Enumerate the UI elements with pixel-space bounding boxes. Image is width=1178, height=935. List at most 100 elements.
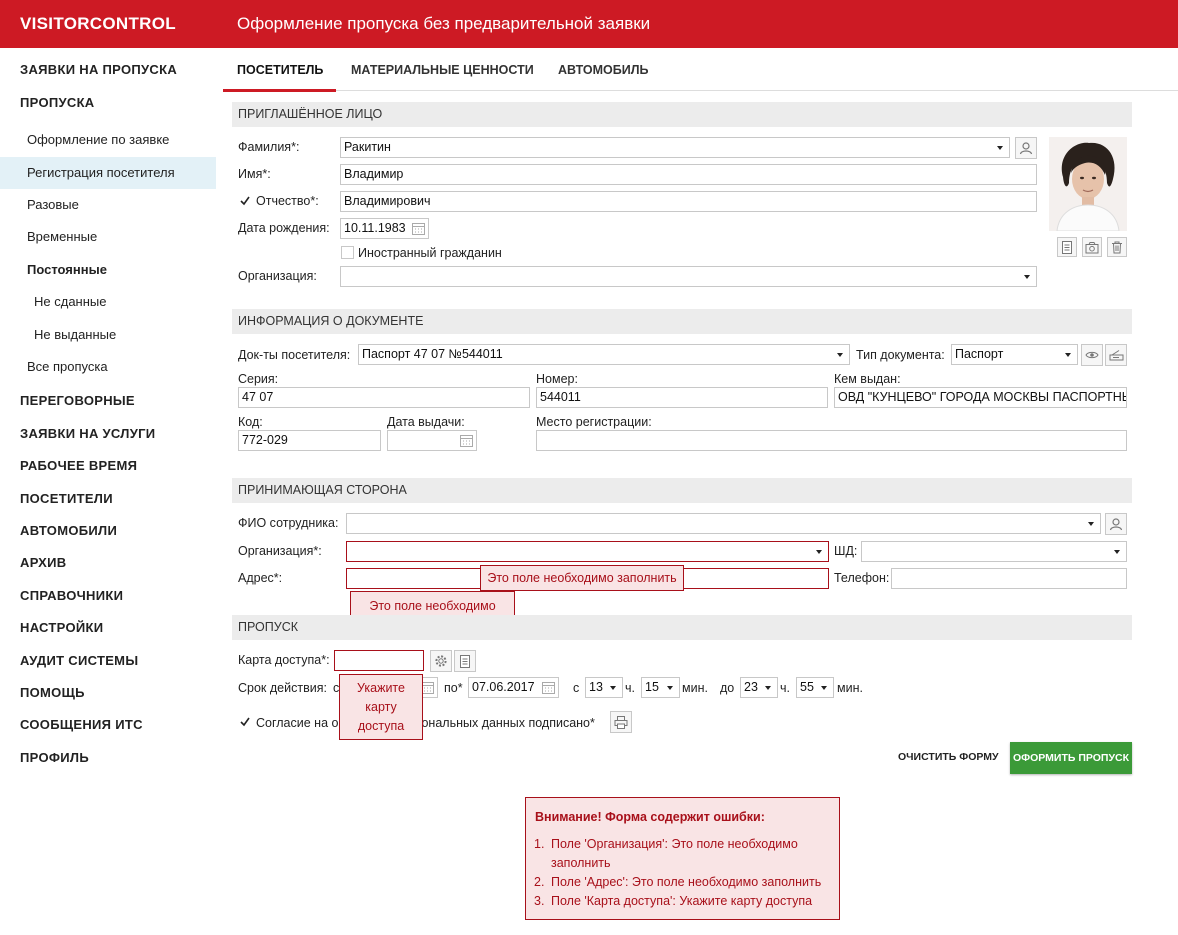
birth-date-field[interactable]: 10.11.1983 xyxy=(340,218,429,239)
nav-permanent[interactable]: Постоянные xyxy=(0,254,216,286)
doc-type-label: Тип документа: xyxy=(856,348,945,362)
nav-messages[interactable]: СООБЩЕНИЯ ИТС xyxy=(20,717,143,732)
trash-icon xyxy=(1112,241,1122,253)
time-to-minutes[interactable]: 55 xyxy=(796,677,834,698)
app-logo[interactable]: VISITORCONTROL xyxy=(20,14,176,34)
page-title: Оформление пропуска без предварительной … xyxy=(237,14,651,33)
surname-label: Фамилия*: xyxy=(238,140,300,154)
nav-meeting-rooms[interactable]: ПЕРЕГОВОРНЫЕ xyxy=(20,393,135,408)
employee-select[interactable] xyxy=(346,513,1101,534)
name-field[interactable]: Владимир xyxy=(340,164,1037,185)
card-error-tooltip: Укажите карту доступа xyxy=(339,674,423,740)
registration-field[interactable] xyxy=(536,430,1127,451)
time-from-minutes[interactable]: 15 xyxy=(641,677,680,698)
select-person-button[interactable] xyxy=(1015,137,1037,159)
form-errors-panel: Внимание! Форма содержит ошибки: 1. Поле … xyxy=(525,797,840,920)
employee-label: ФИО сотрудника: xyxy=(238,516,339,530)
time-from-hours[interactable]: 13 xyxy=(585,677,623,698)
tab-visitor[interactable]: ПОСЕТИТЕЛЬ xyxy=(237,63,323,77)
nav-audit[interactable]: АУДИТ СИСТЕМЫ xyxy=(20,653,138,668)
nav-passes[interactable]: ПРОПУСКА xyxy=(20,95,95,110)
section-document-header: ИНФОРМАЦИЯ О ДОКУМЕНТЕ xyxy=(232,309,1132,334)
nav-settings[interactable]: НАСТРОЙКИ xyxy=(20,620,103,635)
print-consent-button[interactable] xyxy=(610,711,632,733)
issue-date-label: Дата выдачи: xyxy=(387,415,465,429)
patronymic-field[interactable]: Владимирович xyxy=(340,191,1037,212)
calendar-icon[interactable] xyxy=(412,222,425,235)
foreign-citizen-label: Иностранный гражданин xyxy=(358,246,502,260)
time-to-hours[interactable]: 23 xyxy=(740,677,778,698)
host-org-select[interactable] xyxy=(346,541,829,562)
visitor-photo xyxy=(1049,137,1127,231)
card-list-button[interactable] xyxy=(454,650,476,672)
card-settings-button[interactable] xyxy=(430,650,452,672)
issuer-field[interactable]: ОВД "КУНЦЕВО" ГОРОДА МОСКВЫ ПАСПОРТНЫ xyxy=(834,387,1127,408)
nav-cars[interactable]: АВТОМОБИЛИ xyxy=(20,523,117,538)
nav-service-requests[interactable]: ЗАЯВКИ НА УСЛУГИ xyxy=(20,426,155,441)
user-icon xyxy=(1019,142,1033,155)
calendar-icon[interactable] xyxy=(542,681,555,694)
nav-work-time[interactable]: РАБОЧЕЕ ВРЕМЯ xyxy=(20,458,137,473)
nav-not-returned[interactable]: Не сданные xyxy=(0,286,216,318)
nav-visitor-registration[interactable]: Регистрация посетителя xyxy=(0,157,216,189)
number-field[interactable]: 544011 xyxy=(536,387,828,408)
clear-form-button[interactable]: ОЧИСТИТЬ ФОРМУ xyxy=(898,751,999,763)
visitor-docs-label: Док-ты посетителя: xyxy=(238,348,351,362)
camera-icon xyxy=(1085,241,1099,253)
foreign-citizen-checkbox[interactable] xyxy=(341,246,354,259)
section-pass-title: ПРОПУСК xyxy=(238,620,299,634)
nav-archive[interactable]: АРХИВ xyxy=(20,555,66,570)
validity-to-value: 07.06.2017 xyxy=(472,680,535,694)
nav-by-request[interactable]: Оформление по заявке xyxy=(0,124,216,156)
delete-photo-button[interactable] xyxy=(1107,237,1127,257)
active-tab-indicator xyxy=(223,89,336,92)
visitor-docs-select[interactable]: Паспорт 47 07 №544011 xyxy=(358,344,850,365)
hours-unit-2: ч. xyxy=(780,681,790,695)
validity-to-field[interactable]: 07.06.2017 xyxy=(468,677,559,698)
check-icon xyxy=(240,196,250,206)
organization-select[interactable] xyxy=(340,266,1037,287)
tab-valuables[interactable]: МАТЕРИАЛЬНЫЕ ЦЕННОСТИ xyxy=(351,63,534,77)
view-document-button[interactable] xyxy=(1081,344,1103,366)
nav-one-time[interactable]: Разовые xyxy=(0,189,216,221)
issue-date-field[interactable] xyxy=(387,430,477,451)
section-host-header: ПРИНИМАЮЩАЯ СТОРОНА xyxy=(232,478,1132,503)
surname-field[interactable]: Ракитин xyxy=(340,137,1010,158)
user-icon xyxy=(1109,518,1123,531)
nav-all-passes[interactable]: Все пропуска xyxy=(0,351,216,383)
address-label: Адрес*: xyxy=(238,571,283,585)
error-item-text: Поле 'Адрес': Это поле необходимо заполн… xyxy=(551,875,822,889)
scanner-icon xyxy=(1109,350,1123,361)
code-field[interactable]: 772-029 xyxy=(238,430,381,451)
name-label: Имя*: xyxy=(238,167,271,181)
nav-directories[interactable]: СПРАВОЧНИКИ xyxy=(20,588,123,603)
registration-label: Место регистрации: xyxy=(536,415,652,429)
consent-checkbox[interactable] xyxy=(238,715,251,728)
submit-pass-button[interactable]: ОФОРМИТЬ ПРОПУСК xyxy=(1010,742,1132,774)
errors-title: Внимание! Форма содержит ошибки: xyxy=(535,810,765,824)
minutes-unit-2: мин. xyxy=(837,681,863,695)
nav-profile[interactable]: ПРОФИЛЬ xyxy=(20,750,89,765)
sd-select[interactable] xyxy=(861,541,1127,562)
nav-not-issued[interactable]: Не выданные xyxy=(0,319,216,351)
patronymic-checkbox[interactable] xyxy=(238,194,251,207)
tab-car[interactable]: АВТОМОБИЛЬ xyxy=(558,63,649,77)
nav-visitors[interactable]: ПОСЕТИТЕЛИ xyxy=(20,491,113,506)
series-field[interactable]: 47 07 xyxy=(238,387,530,408)
nav-temporary[interactable]: Временные xyxy=(0,221,216,253)
access-card-field[interactable] xyxy=(334,650,424,671)
gear-icon xyxy=(435,655,447,667)
doc-type-select[interactable]: Паспорт xyxy=(951,344,1078,365)
document-icon xyxy=(1062,240,1072,254)
validity-to-label: по* xyxy=(444,681,463,695)
time-to-prefix: до xyxy=(720,681,735,695)
printer-icon xyxy=(614,715,628,729)
take-photo-button[interactable] xyxy=(1082,237,1102,257)
nav-requests[interactable]: ЗАЯВКИ НА ПРОПУСКА xyxy=(20,62,177,77)
phone-field[interactable] xyxy=(891,568,1127,589)
scan-photo-button[interactable] xyxy=(1057,237,1077,257)
calendar-icon[interactable] xyxy=(460,434,473,447)
nav-help[interactable]: ПОМОЩЬ xyxy=(20,685,85,700)
scan-document-button[interactable] xyxy=(1105,344,1127,366)
select-employee-button[interactable] xyxy=(1105,513,1127,535)
